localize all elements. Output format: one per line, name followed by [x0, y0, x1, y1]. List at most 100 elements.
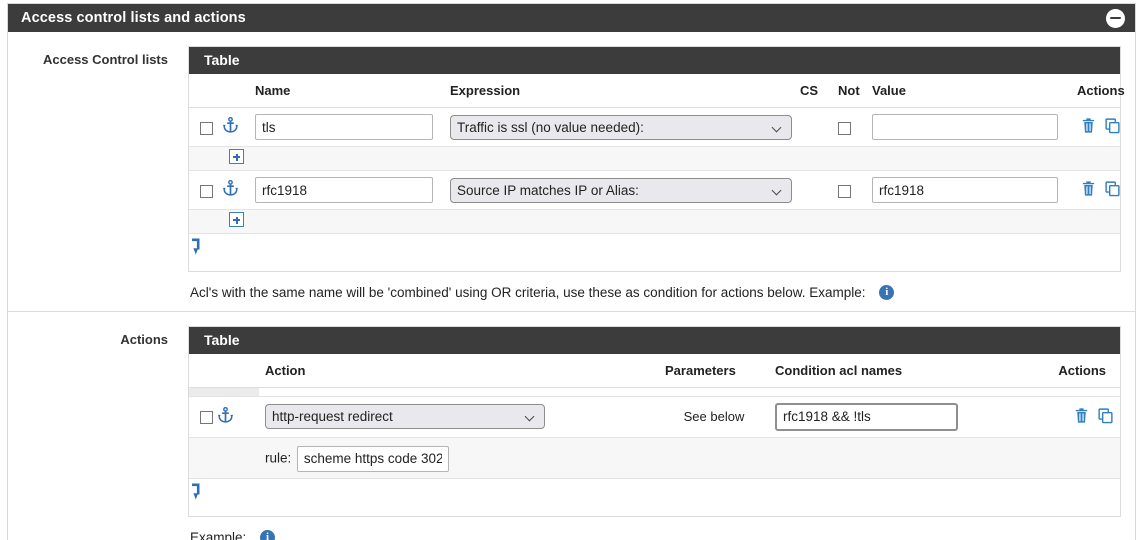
- acl-row-0-checkbox[interactable]: [200, 121, 213, 135]
- acl-col-cs: CS: [794, 74, 832, 108]
- action-row-0-anchor-cell: [211, 396, 259, 438]
- actions-tail-row: [189, 478, 1120, 516]
- acl-expression-select-wrap: Source IP matches IP or Alias:: [450, 177, 792, 203]
- acl-name-input[interactable]: [255, 177, 433, 203]
- acl-add-row: [189, 146, 1120, 171]
- panel-header: Access control lists and actions: [8, 4, 1135, 32]
- actions-example-label: Example:: [190, 529, 247, 540]
- copy-icon[interactable]: [1097, 407, 1114, 427]
- anchor-icon[interactable]: [222, 116, 239, 137]
- actions-table: Action Parameters Condition acl names Ac…: [189, 353, 1120, 516]
- action-row-0-actions-cell: [999, 396, 1120, 438]
- anchor-icon[interactable]: [222, 179, 239, 200]
- acl-col-name: Name: [249, 74, 444, 108]
- acl-add-row-cell: [189, 146, 1120, 171]
- acl-hint-text: Acl's with the same name will be 'combin…: [190, 285, 866, 300]
- acl-expression-select[interactable]: Source IP matches IP or Alias:: [450, 177, 792, 203]
- acl-table-caption: Table: [189, 47, 1120, 74]
- acl-row-1-anchor-cell: [211, 170, 249, 210]
- actions-strip-right: [259, 387, 1120, 397]
- acl-col-actions: Actions: [1071, 74, 1125, 108]
- acl-row-1-expression-cell: Source IP matches IP or Alias:: [444, 170, 794, 210]
- acl-row-1-name-cell: [249, 170, 444, 210]
- actions-col-parameters: Parameters: [659, 353, 769, 388]
- action-row-0-condition-cell: [769, 396, 999, 438]
- actions-strip-row: [189, 387, 1120, 397]
- actions-col-check: [189, 353, 211, 388]
- action-row-0-action-cell: http-request redirect: [259, 396, 659, 438]
- action-row-0-checkbox[interactable]: [200, 411, 213, 425]
- acl-table-header-row: Name Expression CS Not Value Actions: [189, 74, 1125, 108]
- action-row-0-parameters-cell: See below: [659, 396, 769, 438]
- info-icon[interactable]: i: [260, 529, 276, 540]
- acl-name-input[interactable]: [255, 114, 433, 140]
- acl-row-0-select-cell: [189, 107, 213, 147]
- acl-section: Access Control lists Table Name Expressi…: [8, 32, 1135, 311]
- actions-table-panel: Table Action Parameters Condition acl na…: [188, 325, 1121, 517]
- acl-tail-row: [189, 233, 1120, 271]
- trash-icon[interactable]: [1080, 180, 1097, 200]
- acl-row-0-name-cell: [249, 107, 444, 147]
- acl-hint: Acl's with the same name will be 'combin…: [188, 272, 1121, 301]
- plus-box-icon[interactable]: [229, 212, 244, 227]
- acl-value-input[interactable]: [872, 177, 1058, 203]
- access-control-page: Access control lists and actions Access …: [0, 0, 1143, 540]
- acl-col-expression: Expression: [444, 74, 794, 108]
- acl-row-0-anchor-cell: [211, 107, 249, 147]
- level-down-arrow-icon[interactable]: [192, 483, 208, 503]
- actions-strip-left: [189, 387, 259, 397]
- action-rule-cell: rule:: [259, 437, 1120, 479]
- actions-section-label: Actions: [120, 331, 168, 347]
- acl-add-row: [189, 209, 1120, 234]
- acl-row-1-not-cell: [832, 170, 866, 210]
- action-select[interactable]: http-request redirect: [265, 404, 545, 430]
- acl-value-input[interactable]: [872, 114, 1058, 140]
- acl-tail-cell: [189, 233, 1120, 271]
- actions-tail-cell: [189, 478, 1120, 516]
- acl-section-body: Table Name Expression CS Not Value Actio…: [188, 46, 1135, 301]
- action-rule-label-left: [189, 437, 259, 479]
- table-row: Source IP matches IP or Alias:: [189, 170, 1121, 210]
- anchor-icon[interactable]: [217, 406, 234, 427]
- actions-table-caption: Table: [189, 326, 1120, 354]
- actions-col-actions: Actions: [999, 353, 1120, 388]
- acl-col-not: Not: [832, 74, 866, 108]
- acl-not-checkbox[interactable]: [838, 184, 851, 198]
- acl-expression-select[interactable]: Traffic is ssl (no value needed):: [450, 114, 792, 140]
- access-control-panel: Access control lists and actions Access …: [7, 3, 1136, 540]
- rule-input[interactable]: [296, 445, 449, 472]
- acl-row-0-expression-cell: Traffic is ssl (no value needed):: [444, 107, 794, 147]
- acl-row-1-actions-cell: [1071, 170, 1121, 210]
- acl-row-1-checkbox[interactable]: [200, 184, 213, 198]
- acl-add-row-cell: [189, 209, 1120, 234]
- actions-col-anchor: [211, 353, 259, 388]
- acl-row-1-select-cell: [189, 170, 213, 210]
- actions-example: Example: i: [188, 517, 1121, 540]
- rule-label: rule:: [265, 450, 292, 466]
- table-row: Traffic is ssl (no value needed):: [189, 107, 1121, 147]
- acl-table-panel: Table Name Expression CS Not Value Actio…: [188, 46, 1125, 272]
- actions-table-header-row: Action Parameters Condition acl names Ac…: [189, 353, 1120, 388]
- acl-row-0-not-cell: [832, 107, 866, 147]
- plus-box-icon[interactable]: [229, 149, 244, 164]
- info-icon[interactable]: i: [879, 284, 895, 300]
- acl-row-1-cs-cell: [794, 170, 832, 210]
- minus-circle-icon[interactable]: [1106, 8, 1125, 28]
- condition-acl-names-input[interactable]: [775, 402, 958, 431]
- acl-row-0-value-cell: [866, 107, 1071, 147]
- acl-expression-select-wrap: Traffic is ssl (no value needed):: [450, 114, 792, 140]
- actions-section-body: Table Action Parameters Condition acl na…: [188, 325, 1135, 540]
- trash-icon[interactable]: [1080, 117, 1097, 137]
- level-down-arrow-icon[interactable]: [192, 238, 208, 258]
- trash-icon[interactable]: [1073, 407, 1090, 427]
- acl-not-checkbox[interactable]: [838, 121, 851, 135]
- acl-row-0-actions-cell: [1071, 107, 1121, 147]
- page-title: Access control lists and actions: [21, 10, 246, 26]
- acl-col-value: Value: [866, 74, 1071, 108]
- acl-col-anchor: [211, 74, 249, 108]
- copy-icon[interactable]: [1104, 180, 1121, 200]
- actions-col-condition: Condition acl names: [769, 353, 999, 388]
- copy-icon[interactable]: [1104, 117, 1121, 137]
- table-row: http-request redirect See below: [189, 396, 1120, 438]
- acl-col-check: [189, 74, 211, 108]
